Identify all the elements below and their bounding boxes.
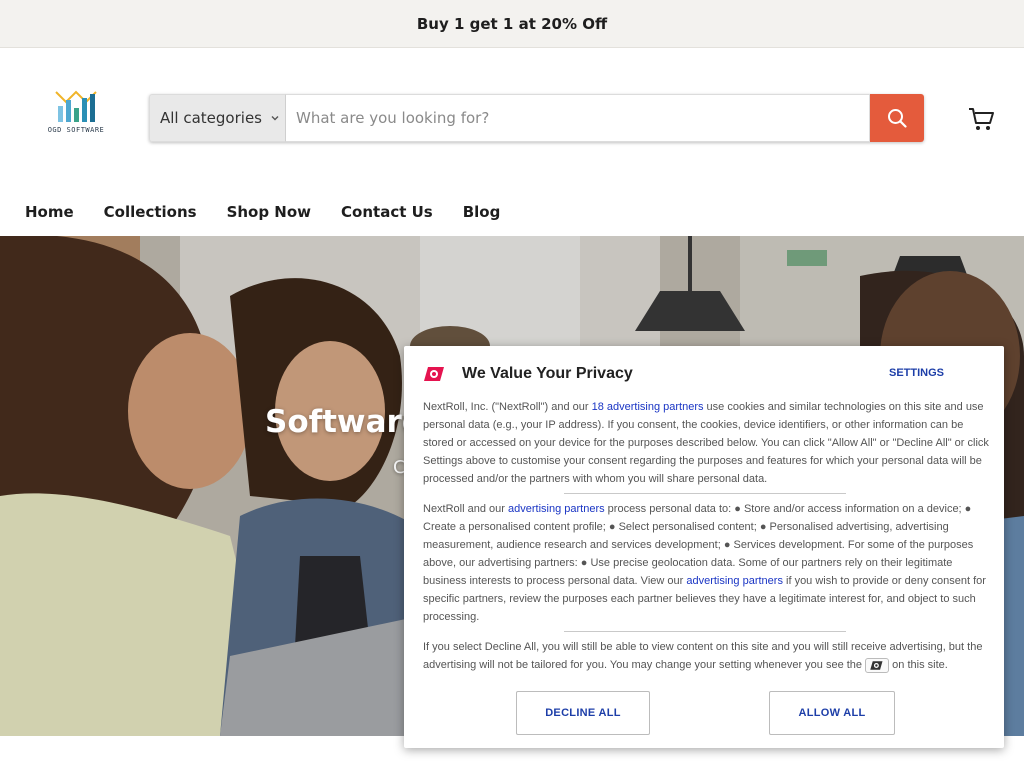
search-bar: All categories: [149, 94, 924, 142]
divider: [564, 631, 846, 632]
chevron-down-icon: [271, 116, 279, 121]
category-select[interactable]: All categories: [149, 94, 285, 142]
search-icon: [888, 109, 907, 128]
site-header: OGD SOFTWARE All categories: [0, 48, 1024, 188]
consent-paragraph-1: NextRoll, Inc. ("NextRoll") and our 18 a…: [423, 398, 989, 488]
search-button[interactable]: [870, 94, 924, 142]
main-nav: Home Collections Shop Now Contact Us Blo…: [0, 188, 1024, 236]
nav-item-home[interactable]: Home: [25, 203, 74, 221]
allow-all-button[interactable]: ALLOW ALL: [769, 691, 895, 735]
announcement-text: Buy 1 get 1 at 20% Off: [416, 14, 608, 33]
logo-text: OGD SOFTWARE: [47, 126, 105, 134]
cart-icon: [969, 108, 994, 130]
nextroll-settings-icon[interactable]: [865, 658, 890, 673]
nav-item-contact-us[interactable]: Contact Us: [341, 203, 433, 221]
cart-button[interactable]: [966, 104, 996, 134]
hero-title: Software: [265, 404, 423, 440]
nav-item-shop-now[interactable]: Shop Now: [227, 203, 311, 221]
settings-link[interactable]: SETTINGS: [889, 367, 944, 379]
privacy-consent-dialog: We Value Your Privacy SETTINGS NextRoll,…: [404, 346, 1004, 748]
nav-item-collections[interactable]: Collections: [104, 203, 197, 221]
advertising-partners-link[interactable]: advertising partners: [508, 503, 605, 515]
decline-all-button[interactable]: DECLINE ALL: [516, 691, 650, 735]
consent-p1-text-a: NextRoll, Inc. ("NextRoll") and our: [423, 401, 592, 413]
consent-p3-text-b: on this site.: [889, 659, 948, 671]
consent-p2-text-a: NextRoll and our: [423, 503, 508, 515]
search-input[interactable]: [285, 94, 870, 142]
divider: [564, 493, 846, 494]
nextroll-logo-icon: [424, 367, 444, 381]
advertising-partners-link-2[interactable]: advertising partners: [686, 575, 783, 587]
consent-paragraph-2: NextRoll and our advertising partners pr…: [423, 500, 989, 626]
store-logo[interactable]: OGD SOFTWARE: [46, 88, 106, 140]
advertising-partners-count-link[interactable]: 18 advertising partners: [592, 401, 704, 413]
bar-chart-logo-icon: [55, 90, 97, 122]
consent-title: We Value Your Privacy: [462, 365, 633, 382]
consent-paragraph-3: If you select Decline All, you will stil…: [423, 638, 989, 674]
announcement-bar: Buy 1 get 1 at 20% Off: [0, 0, 1024, 48]
nav-item-blog[interactable]: Blog: [463, 203, 501, 221]
consent-p1-text-b: use cookies and similar technologies on …: [423, 401, 989, 485]
category-select-label: All categories: [160, 109, 262, 127]
